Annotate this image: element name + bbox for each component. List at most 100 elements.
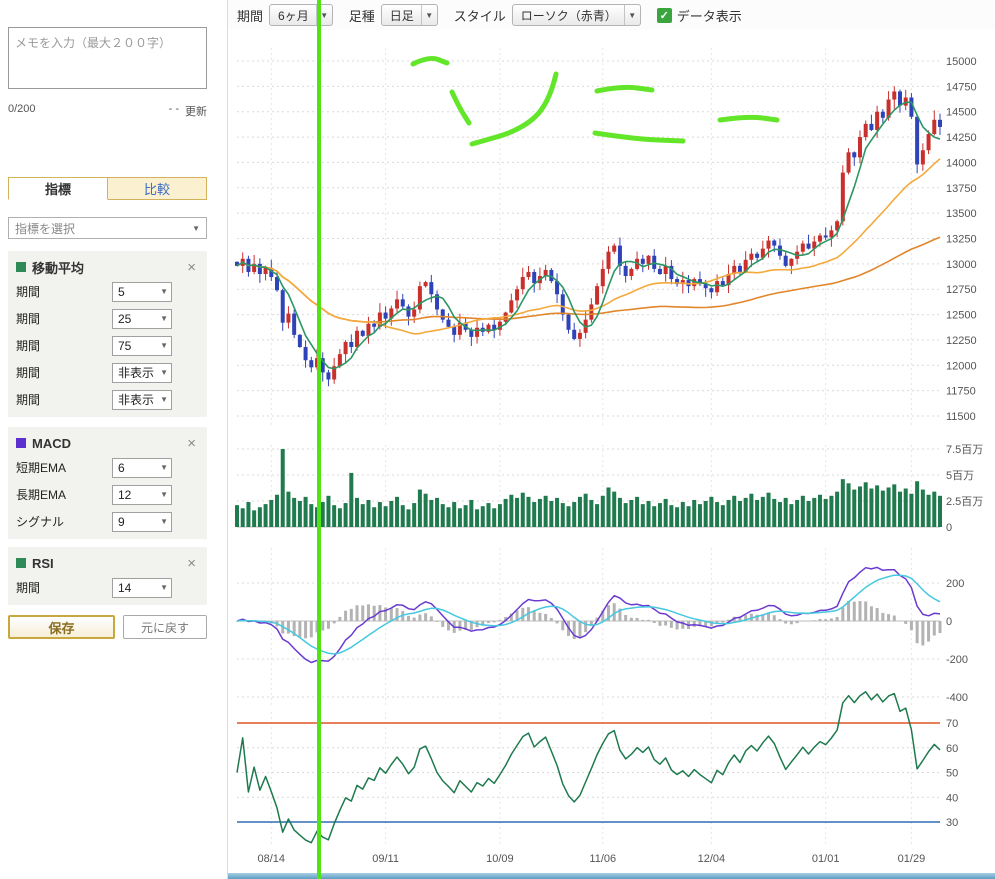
style-value: ローソク（赤青） [521,7,617,24]
memo-meta-row: 0/200 - - 更新 [8,103,207,119]
svg-text:11500: 11500 [946,411,976,423]
row-label: 短期EMA [16,459,112,476]
reset-button[interactable]: 元に戻す [123,615,207,639]
macd-signal-select[interactable]: 9 ▼ [112,512,172,532]
row-label: 期間 [16,391,112,408]
chevron-down-icon: ▼ [192,224,200,233]
svg-text:70: 70 [946,718,958,730]
chevron-down-icon: ▼ [160,368,168,377]
select-value: 非表示 [118,364,154,381]
panel-title: MACD [32,436,184,451]
ma-period-3-select[interactable]: 75 ▼ [112,336,172,356]
row-label: シグナル [16,513,112,530]
ma-row: 期間 非表示 ▼ [16,359,199,386]
macd-fast-select[interactable]: 6 ▼ [112,458,172,478]
svg-text:14750: 14750 [946,81,977,93]
chevron-down-icon: ▼ [160,583,168,592]
ma-period-1-select[interactable]: 5 ▼ [112,282,172,302]
rsi-row: 期間 14 ▼ [16,574,199,601]
macd-row: シグナル 9 ▼ [16,508,199,535]
style-select[interactable]: ローソク（赤青） ▼ [512,4,641,26]
chevron-down-icon: ▼ [160,314,168,323]
svg-text:14250: 14250 [946,132,977,144]
svg-text:01/01: 01/01 [812,853,840,865]
sidebar: 0/200 - - 更新 指標 比較 指標を選択 ▼ 移動平均 × [0,0,228,879]
memo-counter: 0/200 [8,103,36,119]
data-display-label: データ表示 [677,6,742,25]
svg-text:200: 200 [946,578,964,590]
chart-toolbar: 期間 6ヶ月 ▼ 足種 日足 ▼ スタイル ローソク（赤青） ▼ ✓ データ表示 [228,0,995,30]
ma-period-4-select[interactable]: 非表示 ▼ [112,363,172,383]
chevron-down-icon: ▼ [160,395,168,404]
tab-indicators[interactable]: 指標 [8,177,108,200]
chevron-down-icon: ▼ [160,463,168,472]
close-icon[interactable]: × [184,556,199,571]
svg-text:-400: -400 [946,692,968,704]
row-label: 期間 [16,337,112,354]
indicator-select[interactable]: 指標を選択 ▼ [8,217,207,239]
svg-text:30: 30 [946,817,958,829]
svg-text:50: 50 [946,768,958,780]
panel-macd: MACD × 短期EMA 6 ▼ 長期EMA 12 ▼ シグナル [8,427,207,539]
svg-text:12000: 12000 [946,360,977,372]
bar-type-label: 足種 [349,6,375,25]
period-select[interactable]: 6ヶ月 ▼ [269,4,333,26]
close-icon[interactable]: × [184,260,199,275]
macd-slow-select[interactable]: 12 ▼ [112,485,172,505]
select-value: 6 [118,461,125,475]
svg-text:12250: 12250 [946,335,977,347]
svg-text:12500: 12500 [946,310,977,322]
grid: 1500014750145001425014000137501350013250… [237,48,983,865]
stock-chart-app: 0/200 - - 更新 指標 比較 指標を選択 ▼ 移動平均 × [0,0,995,879]
svg-text:-200: -200 [946,654,968,666]
svg-text:11750: 11750 [946,386,976,398]
macd-row: 長期EMA 12 ▼ [16,481,199,508]
close-icon[interactable]: × [184,436,199,451]
svg-text:60: 60 [946,743,958,755]
svg-text:40: 40 [946,792,958,804]
svg-text:13000: 13000 [946,259,977,271]
data-display-checkbox[interactable]: ✓ [657,8,672,23]
panel-rsi: RSI × 期間 14 ▼ [8,547,207,605]
ma-period-2-select[interactable]: 25 ▼ [112,309,172,329]
moving-average-lines [237,102,940,369]
save-button[interactable]: 保存 [8,615,115,639]
svg-text:2.5百万: 2.5百万 [946,496,983,508]
stock-chart[interactable]: 1500014750145001425014000137501350013250… [228,30,995,879]
macd-color-swatch [16,438,26,448]
panel-title: RSI [32,556,184,571]
row-label: 期間 [16,283,112,300]
memo-update-link[interactable]: 更新 [185,103,207,119]
tab-compare[interactable]: 比較 [108,177,207,200]
period-label: 期間 [237,6,263,25]
chevron-down-icon: ▼ [160,341,168,350]
tab-compare-label: 比較 [144,179,170,198]
svg-text:14500: 14500 [946,107,977,119]
svg-text:13500: 13500 [946,208,977,220]
svg-text:09/11: 09/11 [372,853,399,865]
style-label: スタイル [454,6,506,25]
ma-row: 期間 25 ▼ [16,305,199,332]
chevron-down-icon: ▼ [160,517,168,526]
chart-area: 期間 6ヶ月 ▼ 足種 日足 ▼ スタイル ローソク（赤青） ▼ ✓ データ表示… [228,0,995,879]
rsi-period-select[interactable]: 14 ▼ [112,578,172,598]
macd-series [236,567,942,662]
row-label: 長期EMA [16,486,112,503]
svg-text:12/04: 12/04 [698,853,726,865]
drawing-vertical-line [317,0,321,879]
chevron-down-icon: ▼ [160,287,168,296]
memo-input[interactable] [8,27,207,89]
bottom-scrollbar[interactable] [228,873,995,879]
panel-title: 移動平均 [32,258,184,277]
select-value: 5 [118,285,125,299]
ma-period-5-select[interactable]: 非表示 ▼ [112,390,172,410]
ma-row: 期間 非表示 ▼ [16,386,199,413]
select-value: 14 [118,581,131,595]
svg-text:0: 0 [946,616,952,628]
chevron-down-icon: ▼ [421,5,437,25]
svg-text:15000: 15000 [946,56,977,68]
bar-type-select[interactable]: 日足 ▼ [381,4,438,26]
svg-text:08/14: 08/14 [258,853,286,865]
svg-text:14000: 14000 [946,157,977,169]
select-value: 25 [118,312,131,326]
